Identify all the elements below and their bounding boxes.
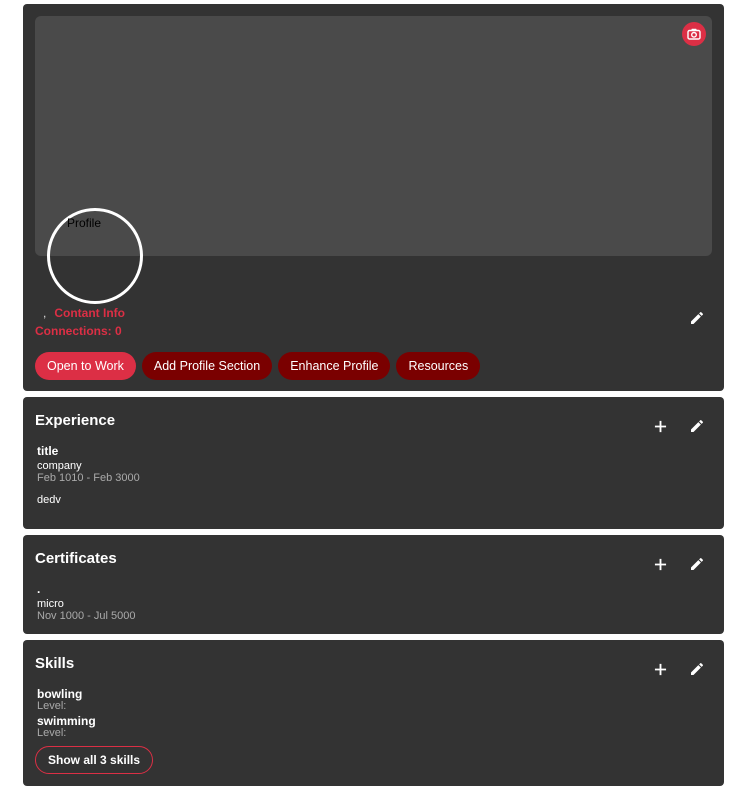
- connections-count[interactable]: Connections: 0: [35, 324, 122, 338]
- skills-card: Skills bowling Level: swimming Level: Sh…: [23, 640, 724, 786]
- experience-title: title: [37, 444, 59, 458]
- pencil-icon: [691, 419, 704, 432]
- avatar[interactable]: Profile: [47, 208, 143, 304]
- add-skill-button[interactable]: [650, 659, 670, 679]
- experience-description: dedv: [37, 494, 61, 506]
- plus-icon: [654, 420, 666, 432]
- skill-level: Level:: [37, 727, 67, 739]
- experience-card: Experience title company Feb 1010 - Feb …: [23, 397, 724, 529]
- certificate-issuer: micro: [37, 598, 64, 610]
- experience-dates: Feb 1010 - Feb 3000: [37, 472, 140, 484]
- cover-photo: [35, 16, 712, 256]
- resources-button[interactable]: Resources: [396, 352, 481, 380]
- open-to-work-button[interactable]: Open to Work: [35, 352, 136, 380]
- pencil-icon: [691, 557, 704, 570]
- profile-actions: Open to Work Add Profile Section Enhance…: [35, 352, 481, 380]
- certificate-dates: Nov 1000 - Jul 5000: [37, 610, 136, 622]
- enhance-profile-button[interactable]: Enhance Profile: [278, 352, 391, 380]
- edit-skills-button[interactable]: [687, 659, 707, 679]
- show-all-skills-button[interactable]: Show all 3 skills: [35, 746, 154, 774]
- edit-certificates-button[interactable]: [687, 554, 707, 574]
- camera-icon[interactable]: [682, 22, 706, 46]
- avatar-alt-text: Profile: [67, 216, 102, 230]
- add-certificate-button[interactable]: [650, 554, 670, 574]
- plus-icon: [654, 558, 666, 570]
- edit-experience-button[interactable]: [687, 416, 707, 436]
- contact-info-link[interactable]: Contant Info: [54, 306, 125, 320]
- profile-card: Profile , Contant Info Connections: 0 Op…: [23, 4, 724, 391]
- add-experience-button[interactable]: [650, 416, 670, 436]
- skill-level: Level:: [37, 700, 67, 712]
- add-profile-section-button[interactable]: Add Profile Section: [141, 352, 273, 380]
- pencil-icon: [691, 662, 704, 675]
- pencil-icon: [691, 311, 704, 324]
- plus-icon: [654, 663, 666, 675]
- skill-name: swimming: [37, 714, 96, 728]
- section-title: Certificates: [35, 550, 117, 567]
- experience-company: company: [37, 460, 82, 472]
- certificates-card: Certificates . micro Nov 1000 - Jul 5000: [23, 535, 724, 634]
- section-title: Experience: [35, 412, 116, 429]
- name-line: , Contant Info: [35, 306, 125, 320]
- headline-separator: ,: [43, 306, 47, 320]
- edit-profile-button[interactable]: [687, 308, 707, 328]
- skill-name: bowling: [37, 687, 83, 701]
- certificate-title: .: [37, 582, 41, 596]
- section-title: Skills: [35, 655, 75, 672]
